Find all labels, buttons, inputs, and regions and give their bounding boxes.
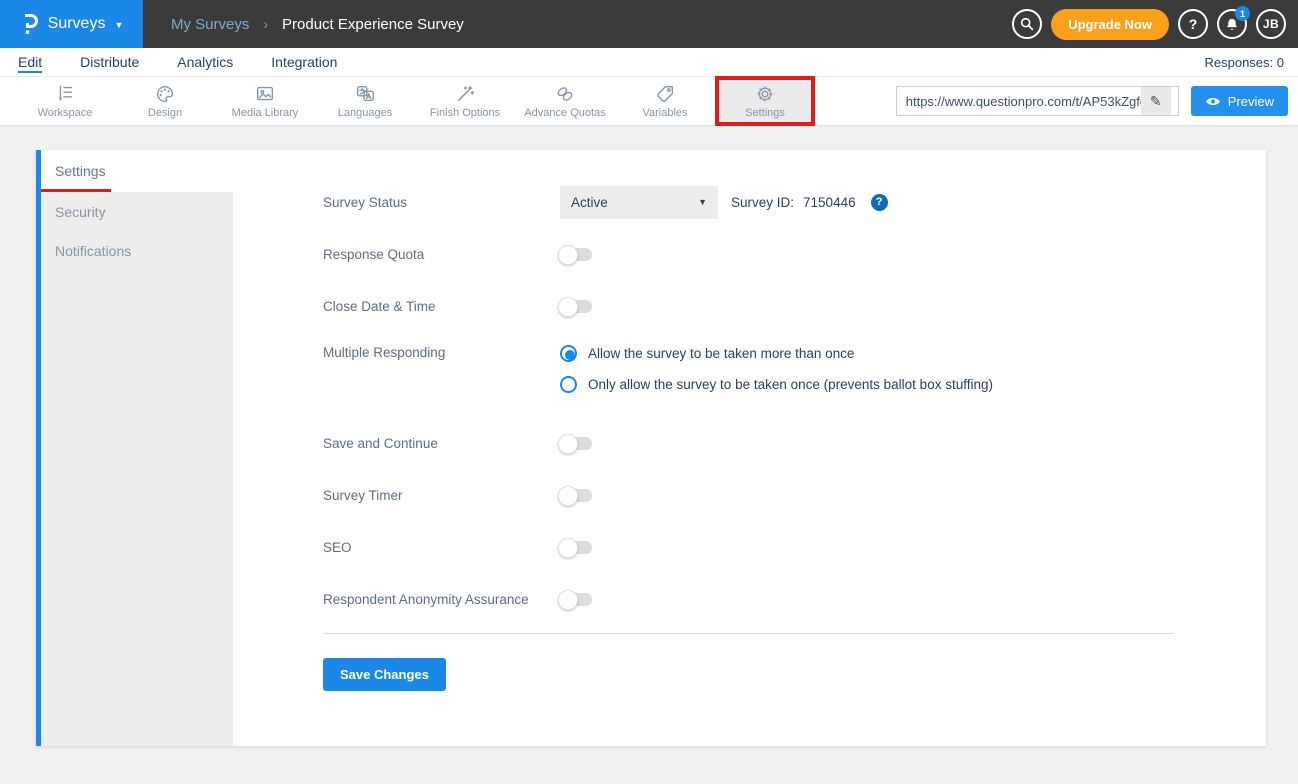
chevron-down-icon: ▼ bbox=[114, 20, 123, 30]
survey-nav: Edit Distribute Analytics Integration Re… bbox=[0, 48, 1298, 76]
radio-option-once-only[interactable]: Only allow the survey to be taken once (… bbox=[560, 376, 993, 393]
survey-id-label: Survey ID: bbox=[731, 195, 794, 210]
save-and-continue-label: Save and Continue bbox=[323, 436, 560, 451]
survey-timer-label: Survey Timer bbox=[323, 488, 560, 503]
toolbar-item-variables[interactable]: Variables bbox=[615, 76, 715, 126]
breadcrumb-survey-title: Product Experience Survey bbox=[282, 16, 464, 33]
radio-option-multiple-allowed[interactable]: Allow the survey to be taken more than o… bbox=[560, 345, 993, 362]
seo-label: SEO bbox=[323, 540, 560, 555]
close-date-time-toggle[interactable] bbox=[560, 300, 592, 313]
respondent-anonymity-row: Respondent Anonymity Assurance bbox=[323, 573, 1174, 625]
upgrade-now-button[interactable]: Upgrade Now bbox=[1051, 9, 1169, 40]
response-quota-row: Response Quota bbox=[323, 228, 1174, 280]
toolbar-item-languages[interactable]: Languages bbox=[315, 76, 415, 126]
toolbar-item-advance-quotas[interactable]: Advance Quotas bbox=[515, 76, 615, 126]
survey-timer-row: Survey Timer bbox=[323, 469, 1174, 521]
response-quota-toggle[interactable] bbox=[560, 248, 592, 261]
toolbar-item-workspace[interactable]: Workspace bbox=[15, 76, 115, 126]
settings-sidebar: Settings Security Notifications bbox=[41, 150, 233, 746]
settings-content: Survey Status Active ▼ Survey ID: 715044… bbox=[233, 150, 1266, 746]
multiple-responding-label: Multiple Responding bbox=[323, 345, 560, 360]
help-button[interactable]: ? bbox=[1178, 9, 1208, 39]
pencil-icon: ✎ bbox=[1150, 93, 1162, 110]
avatar[interactable]: JB bbox=[1256, 9, 1286, 39]
variables-tag-icon bbox=[653, 83, 677, 105]
survey-id-help-icon[interactable]: ? bbox=[871, 194, 888, 211]
content-divider bbox=[323, 633, 1174, 634]
respondent-anonymity-label: Respondent Anonymity Assurance bbox=[323, 592, 560, 607]
toolbar-item-media-library[interactable]: Media Library bbox=[215, 76, 315, 126]
nav-tab-integration[interactable]: Integration bbox=[271, 54, 337, 70]
product-switcher[interactable]: Surveys ▼ bbox=[0, 0, 143, 48]
radio-selected-icon[interactable] bbox=[560, 345, 577, 362]
save-and-continue-row: Save and Continue bbox=[323, 417, 1174, 469]
survey-url-group: ✎ bbox=[896, 86, 1179, 116]
nav-tab-edit[interactable]: Edit bbox=[18, 54, 42, 70]
preview-button[interactable]: Preview bbox=[1191, 86, 1288, 116]
radio-unselected-icon[interactable] bbox=[560, 376, 577, 393]
multiple-responding-row: Multiple Responding Allow the survey to … bbox=[323, 332, 1174, 417]
avatar-initials: JB bbox=[1263, 17, 1279, 31]
breadcrumb-separator-icon: › bbox=[263, 16, 268, 32]
questionpro-logo-icon bbox=[20, 12, 39, 37]
sidebar-item-settings[interactable]: Settings bbox=[41, 150, 233, 192]
chevron-down-icon: ▼ bbox=[698, 197, 707, 207]
close-date-time-label: Close Date & Time bbox=[323, 299, 560, 314]
multiple-responding-options: Allow the survey to be taken more than o… bbox=[560, 345, 993, 393]
settings-gear-icon bbox=[753, 83, 777, 105]
settings-panel: Settings Security Notifications Survey S… bbox=[36, 150, 1266, 746]
finish-options-wand-icon bbox=[453, 83, 477, 105]
edit-url-button[interactable]: ✎ bbox=[1141, 87, 1171, 115]
languages-icon bbox=[353, 83, 377, 105]
search-icon bbox=[1019, 16, 1035, 32]
design-palette-icon bbox=[153, 83, 177, 105]
advance-quotas-links-icon bbox=[553, 83, 577, 105]
top-header: Surveys ▼ My Surveys › Product Experienc… bbox=[0, 0, 1298, 48]
responses-count: Responses: 0 bbox=[1205, 55, 1285, 70]
survey-status-row: Survey Status Active ▼ Survey ID: 715044… bbox=[323, 176, 1174, 228]
toolbar-item-finish-options[interactable]: Finish Options bbox=[415, 76, 515, 126]
header-actions: Upgrade Now ? 1 JB bbox=[1012, 9, 1286, 40]
save-and-continue-toggle[interactable] bbox=[560, 437, 592, 450]
edit-toolbar: Workspace Design Media Library Language bbox=[0, 76, 1298, 126]
toolbar-right: ✎ Preview bbox=[896, 86, 1288, 116]
respondent-anonymity-toggle[interactable] bbox=[560, 593, 592, 606]
breadcrumb-my-surveys[interactable]: My Surveys bbox=[171, 16, 249, 33]
question-mark-icon: ? bbox=[1189, 16, 1198, 32]
nav-tab-analytics[interactable]: Analytics bbox=[177, 54, 233, 70]
response-quota-label: Response Quota bbox=[323, 247, 560, 262]
seo-row: SEO bbox=[323, 521, 1174, 573]
toolbar-item-design[interactable]: Design bbox=[115, 76, 215, 126]
survey-id-value: 7150446 bbox=[803, 195, 856, 210]
save-changes-button[interactable]: Save Changes bbox=[323, 658, 446, 691]
breadcrumb: My Surveys › Product Experience Survey bbox=[171, 16, 464, 33]
survey-status-dropdown[interactable]: Active ▼ bbox=[560, 186, 718, 219]
survey-url-input[interactable] bbox=[897, 87, 1141, 115]
survey-status-label: Survey Status bbox=[323, 195, 560, 210]
workspace-icon bbox=[53, 83, 77, 105]
nav-tab-distribute[interactable]: Distribute bbox=[80, 54, 139, 70]
sidebar-item-notifications[interactable]: Notifications bbox=[41, 231, 233, 270]
seo-toggle[interactable] bbox=[560, 541, 592, 554]
notification-badge: 1 bbox=[1235, 6, 1250, 21]
search-button[interactable] bbox=[1012, 9, 1042, 39]
survey-timer-toggle[interactable] bbox=[560, 489, 592, 502]
eye-icon bbox=[1205, 96, 1221, 107]
notifications-button[interactable]: 1 bbox=[1217, 9, 1247, 39]
product-name: Surveys bbox=[48, 15, 106, 33]
media-library-icon bbox=[253, 83, 277, 105]
toolbar-item-settings[interactable]: Settings bbox=[715, 76, 815, 126]
sidebar-item-security[interactable]: Security bbox=[41, 192, 233, 231]
close-date-time-row: Close Date & Time bbox=[323, 280, 1174, 332]
